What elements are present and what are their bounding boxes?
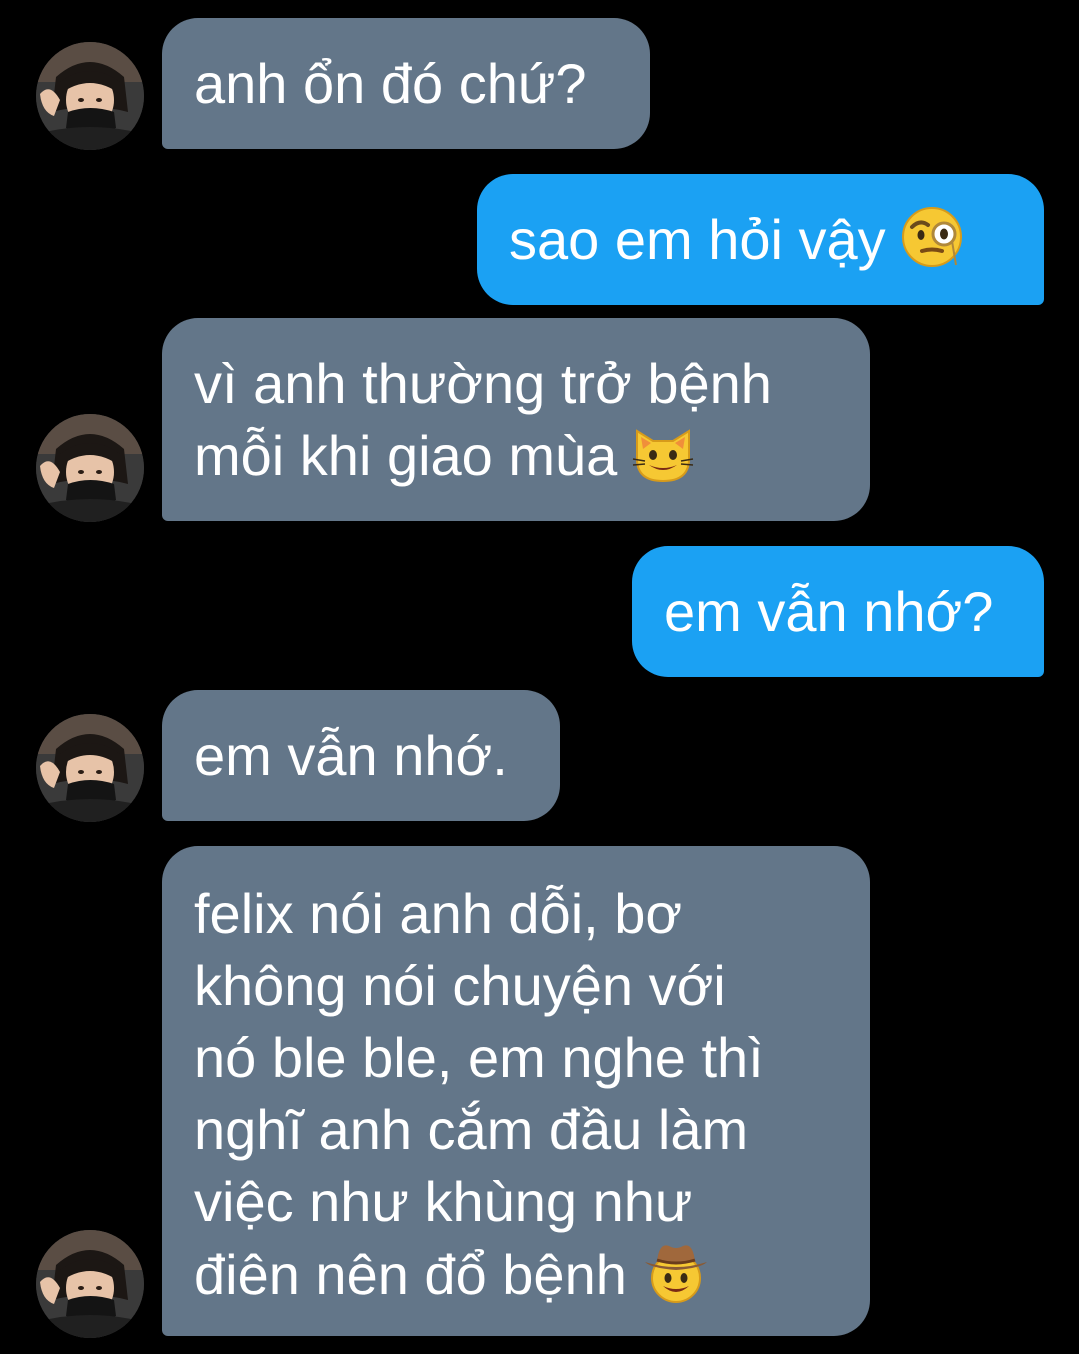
message-text: felix nói anh dỗi, bơ bbox=[194, 882, 683, 945]
message-bubble-outgoing[interactable]: em vẫn nhớ? bbox=[632, 546, 1044, 677]
contact-avatar[interactable] bbox=[36, 714, 144, 822]
message-bubble-incoming[interactable]: vì anh thường trở bệnh mỗi khi giao mùa bbox=[162, 318, 870, 521]
message-text: sao em hỏi vậy bbox=[509, 208, 886, 271]
message-line: sao em hỏi vậy bbox=[509, 204, 1012, 286]
message-text: vì anh thường trở bệnh bbox=[194, 352, 772, 415]
message-text: nó ble ble, em nghe thì bbox=[194, 1026, 764, 1089]
message-bubble-incoming[interactable]: anh ổn đó chứ? bbox=[162, 18, 650, 149]
contact-avatar[interactable] bbox=[36, 1230, 144, 1338]
message-text: việc như khùng như bbox=[194, 1170, 693, 1233]
message-line: mỗi khi giao mùa bbox=[194, 420, 838, 502]
message-line: điên nên đổ bệnh bbox=[194, 1238, 838, 1321]
message-text: không nói chuyện với bbox=[194, 954, 726, 1017]
message-bubble-incoming[interactable]: felix nói anh dỗi, bơ không nói chuyện v… bbox=[162, 846, 870, 1336]
cowboy-hat-face-icon bbox=[641, 1238, 711, 1321]
message-text: nghĩ anh cắm đầu làm bbox=[194, 1098, 749, 1161]
contact-avatar[interactable] bbox=[36, 42, 144, 150]
message-text: anh ổn đó chứ? bbox=[194, 52, 587, 115]
face-with-monocle-icon bbox=[900, 205, 964, 286]
message-text: điên nên đổ bệnh bbox=[194, 1243, 627, 1306]
message-text: mỗi khi giao mùa bbox=[194, 424, 618, 487]
grinning-cat-face-icon bbox=[631, 423, 695, 502]
message-bubble-incoming[interactable]: em vẫn nhớ. bbox=[162, 690, 560, 821]
message-bubble-outgoing[interactable]: sao em hỏi vậy bbox=[477, 174, 1044, 305]
message-text: em vẫn nhớ. bbox=[194, 724, 508, 787]
message-text: em vẫn nhớ? bbox=[664, 580, 994, 643]
contact-avatar[interactable] bbox=[36, 414, 144, 522]
